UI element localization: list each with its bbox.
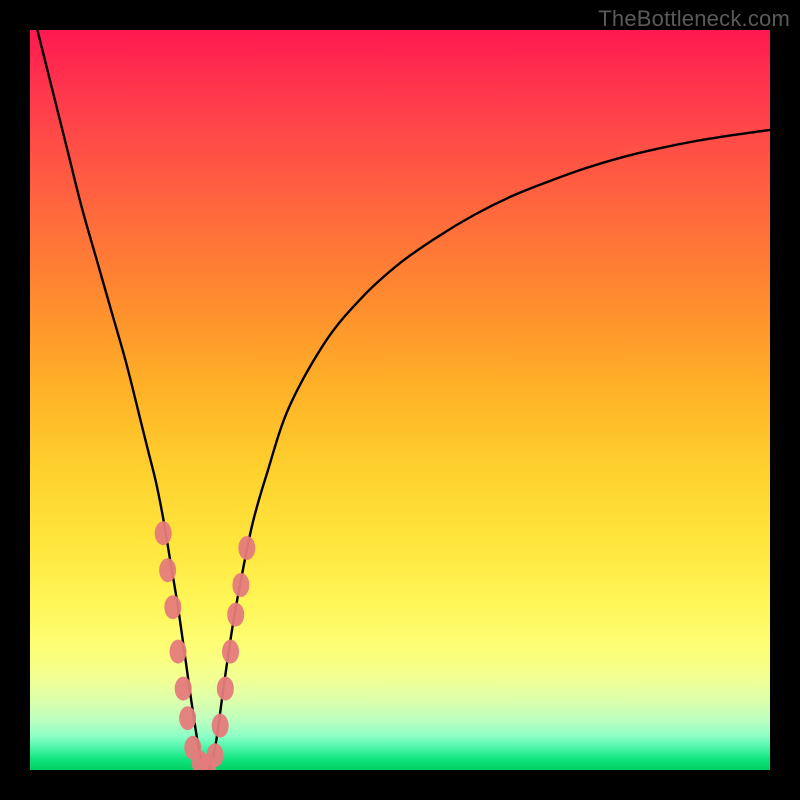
watermark-text: TheBottleneck.com	[598, 6, 790, 32]
marker-bead	[159, 558, 176, 582]
chart-svg	[30, 30, 770, 770]
marker-bead	[207, 743, 224, 767]
marker-bead	[212, 714, 229, 738]
plot-area	[30, 30, 770, 770]
curve-path	[37, 30, 770, 770]
chart-frame: TheBottleneck.com	[0, 0, 800, 800]
marker-bead	[238, 536, 255, 560]
marker-bead	[232, 573, 249, 597]
marker-bead	[227, 603, 244, 627]
marker-bead	[217, 677, 234, 701]
curve-layer	[37, 30, 770, 770]
marker-bead	[175, 677, 192, 701]
marker-bead	[155, 521, 172, 545]
marker-bead	[222, 640, 239, 664]
marker-bead	[179, 706, 196, 730]
marker-bead	[164, 595, 181, 619]
marker-bead	[170, 640, 187, 664]
